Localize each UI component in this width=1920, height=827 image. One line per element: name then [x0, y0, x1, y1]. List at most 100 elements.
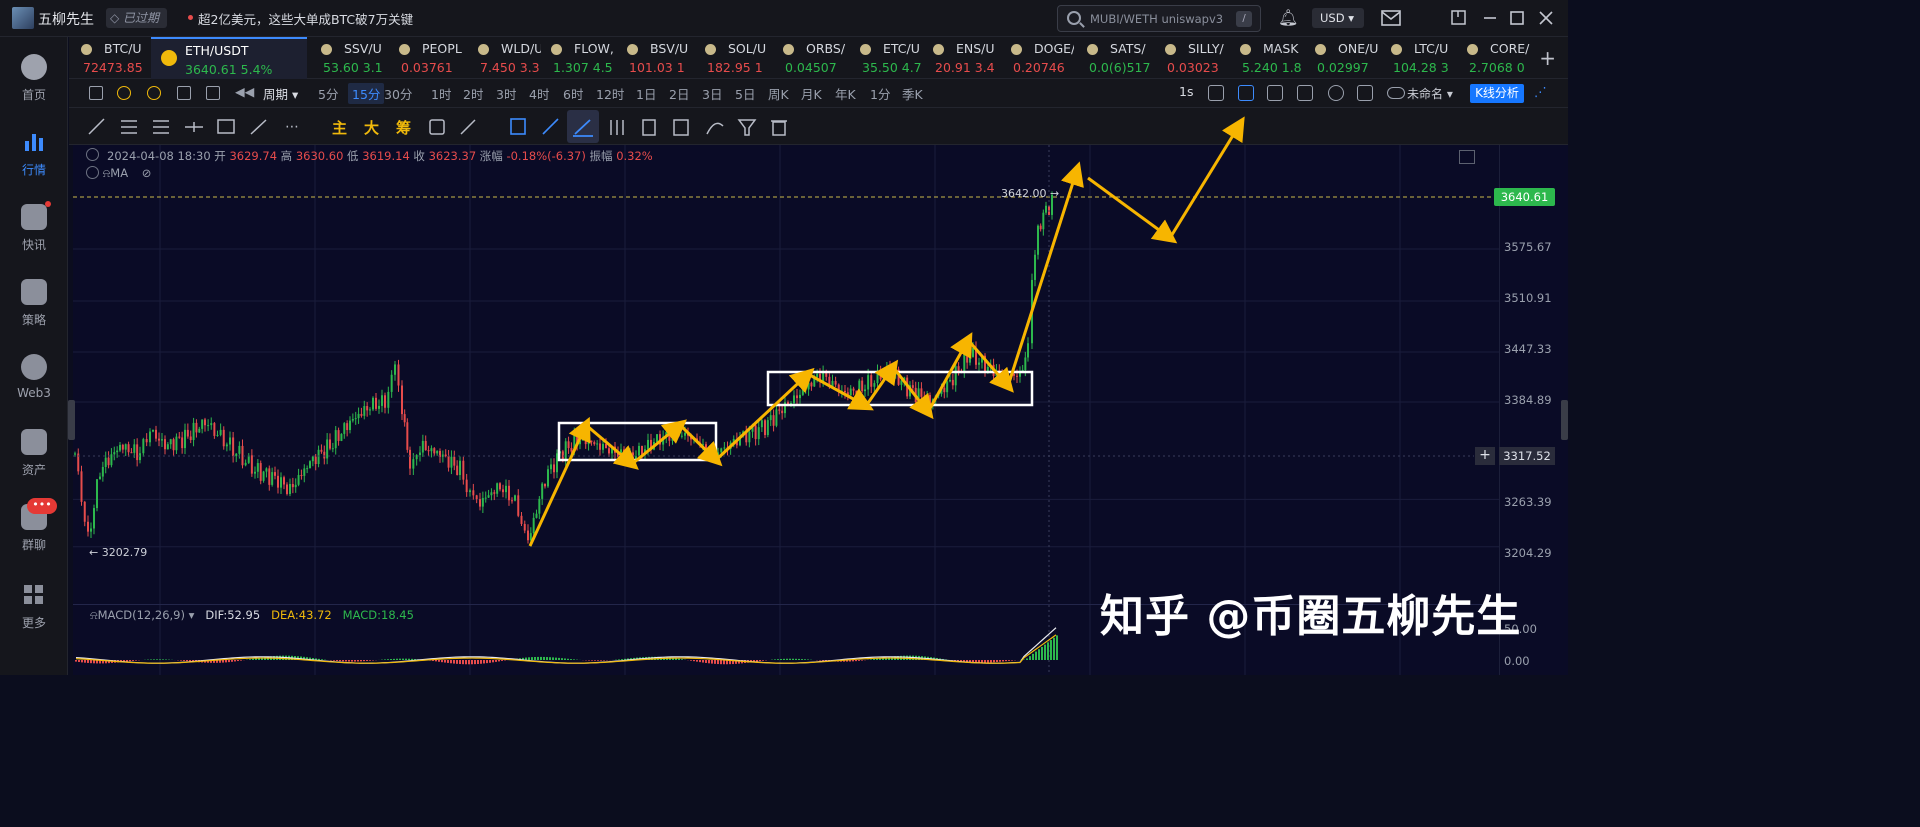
- candle-body: [403, 414, 406, 423]
- macd-dropdown-icon[interactable]: ▾: [189, 608, 195, 622]
- candle-body: [189, 436, 192, 441]
- candle-body: [453, 456, 456, 466]
- macd-alarm-icon[interactable]: ⍾: [90, 608, 98, 622]
- candle-body: [309, 461, 311, 469]
- candle-body: [923, 396, 926, 404]
- candle-body: [178, 436, 181, 438]
- candle-body: [855, 390, 858, 395]
- candlestick-chart[interactable]: [0, 0, 1568, 675]
- candle-body: [801, 389, 804, 395]
- add-alert-icon[interactable]: +: [1475, 447, 1495, 465]
- candle-body: [1045, 205, 1047, 213]
- open-label: 开: [214, 149, 226, 163]
- candle-body: [235, 453, 238, 457]
- candle-body: [172, 439, 175, 451]
- macd-value: MACD:18.45: [342, 608, 414, 622]
- candle-body: [300, 475, 303, 477]
- candle-body: [447, 456, 450, 468]
- low-marker-label: ← 3202.79: [89, 546, 148, 559]
- candle-body: [816, 373, 819, 378]
- candle-body: [107, 457, 110, 466]
- candle-body: [311, 456, 314, 462]
- candle-body: [166, 444, 169, 450]
- candle-body: [450, 456, 453, 468]
- candle-body: [1016, 375, 1018, 377]
- candle-body: [943, 387, 946, 393]
- trend-arrow: [966, 339, 1014, 393]
- sidebar-collapse-handle[interactable]: [68, 400, 75, 440]
- candle-body: [346, 423, 349, 431]
- candle-body: [523, 523, 526, 531]
- candle-body: [283, 477, 285, 485]
- candle-body: [83, 501, 86, 522]
- candle-body: [124, 444, 127, 450]
- candle-body: [608, 448, 610, 454]
- candle-body: [671, 436, 674, 441]
- candle-body: [475, 495, 478, 500]
- candle-body: [496, 483, 499, 494]
- candle-body: [366, 406, 369, 411]
- candle-body: [317, 449, 320, 465]
- candle-body: [340, 433, 343, 441]
- candle-body: [406, 422, 409, 450]
- candle-body: [957, 366, 960, 372]
- candle-body: [1024, 357, 1027, 371]
- candle-body: [104, 457, 107, 468]
- collapse-ma-icon[interactable]: [86, 166, 99, 179]
- expand-chart-icon[interactable]: [1459, 150, 1475, 164]
- candle-body: [926, 395, 929, 404]
- candle-body: [152, 429, 154, 432]
- candle-body: [517, 495, 520, 516]
- candle-body: [250, 455, 253, 474]
- candle-body: [456, 465, 459, 475]
- candle-body: [314, 456, 317, 465]
- candle-body: [186, 429, 189, 437]
- right-panel-collapse-handle[interactable]: [1561, 400, 1568, 440]
- candle-body: [550, 464, 552, 470]
- eye-hidden-icon[interactable]: ⊘: [142, 166, 152, 180]
- candle-body: [793, 395, 795, 404]
- candle-body: [161, 439, 163, 441]
- candle-body: [684, 432, 686, 436]
- candle-body: [360, 413, 363, 416]
- candle-body: [262, 471, 265, 481]
- price-label: 3447.33: [1504, 342, 1552, 356]
- candle-body: [329, 439, 331, 449]
- candle-body: [538, 498, 541, 514]
- candle-body: [291, 484, 294, 488]
- candle-body: [481, 498, 484, 507]
- candle-body: [532, 517, 535, 534]
- candle-body: [424, 440, 427, 451]
- candle-body: [222, 429, 225, 447]
- candle-body: [781, 410, 784, 414]
- candle-body: [213, 423, 216, 436]
- candle-body: [757, 427, 760, 440]
- candle-body: [409, 449, 411, 469]
- candle-body: [1042, 212, 1045, 230]
- candle-body: [1037, 225, 1039, 255]
- candle-body: [844, 390, 846, 393]
- candle-body: [544, 483, 546, 487]
- candle-body: [229, 437, 231, 445]
- candle-body: [244, 462, 247, 466]
- candle-body: [110, 454, 113, 466]
- candle-body: [93, 508, 95, 529]
- candle-body: [201, 419, 204, 429]
- candle-body: [748, 431, 751, 443]
- candle-body: [641, 446, 643, 455]
- candle-body: [547, 469, 549, 487]
- candle-body: [674, 432, 677, 437]
- candle-body: [323, 451, 326, 459]
- candle-body: [858, 380, 861, 395]
- candle-body: [354, 418, 357, 420]
- collapse-info-icon[interactable]: [86, 148, 99, 161]
- candle-body: [303, 468, 306, 476]
- candle-body: [225, 444, 228, 447]
- candle-body: [553, 464, 555, 473]
- macd-dea: DEA:43.72: [271, 608, 332, 622]
- macd-info: ⍾MACD(12,26,9) ▾ DIF:52.95 DEA:43.72 MAC…: [90, 608, 414, 623]
- candle-body: [216, 434, 219, 436]
- candle-body: [207, 425, 210, 427]
- trend-arrow: [714, 367, 815, 462]
- candle-body: [320, 449, 323, 452]
